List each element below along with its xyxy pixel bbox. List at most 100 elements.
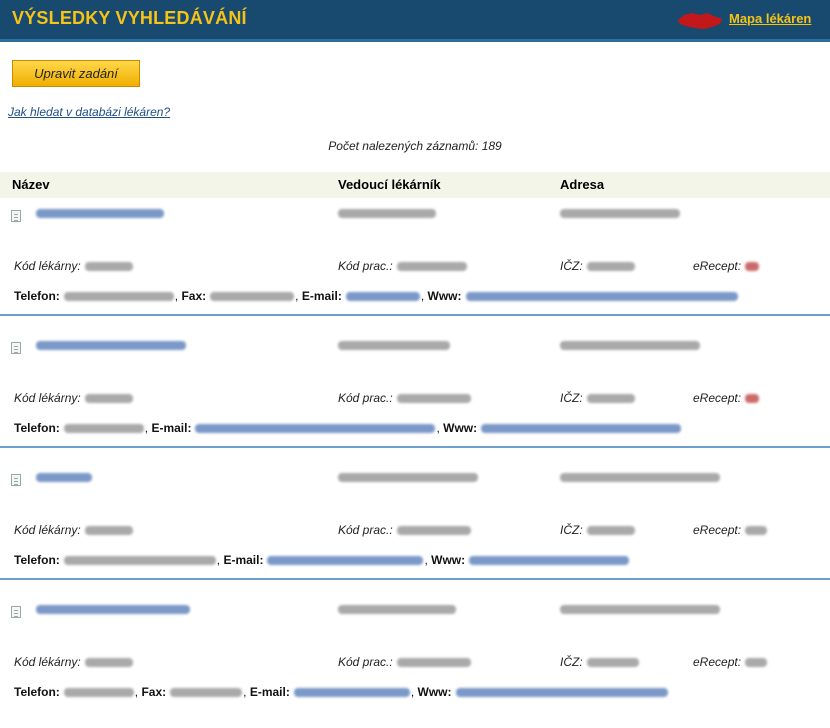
kod-lekarny-field: Kód lékárny:	[14, 259, 133, 273]
pharmacy-record: Kód lékárny: Kód prac.: IČZ: eRecept: Te…	[0, 464, 830, 596]
record-divider	[0, 446, 830, 448]
kod-prac-field: Kód prac.:	[338, 259, 467, 273]
icz-value	[586, 658, 639, 668]
kod-prac-value	[396, 262, 467, 272]
www-label: Www:	[431, 553, 466, 567]
document-icon[interactable]	[11, 606, 21, 618]
column-name: Název	[12, 177, 50, 192]
record-contact-row: Telefon:, E-mail:, Www:	[14, 553, 630, 567]
pharmacist-name	[338, 341, 450, 350]
record-main-row	[0, 602, 830, 620]
erecept-value	[745, 526, 768, 536]
kod-lekarny-value	[84, 394, 133, 404]
erecept-value	[745, 394, 760, 404]
record-contact-row: Telefon:, Fax:, E-mail:, Www:	[14, 289, 739, 303]
pharmacy-name-link[interactable]	[36, 473, 92, 482]
www-link[interactable]	[455, 688, 668, 698]
kod-lekarny-value	[84, 526, 133, 536]
email-label: E-mail:	[151, 421, 192, 435]
record-main-row	[0, 206, 830, 224]
www-link[interactable]	[469, 556, 630, 566]
record-main-row	[0, 338, 830, 356]
email-link[interactable]	[195, 424, 436, 434]
icz-value	[586, 394, 635, 404]
document-icon[interactable]	[11, 210, 21, 222]
document-icon[interactable]	[11, 342, 21, 354]
telefon-label: Telefon:	[14, 685, 60, 699]
kod-lekarny-value	[84, 658, 133, 668]
map-link[interactable]: Mapa lékáren	[729, 11, 811, 26]
page-title: VÝSLEDKY VYHLEDÁVÁNÍ	[12, 8, 247, 28]
kod-prac-value	[396, 526, 471, 536]
pharmacy-record: Kód lékárny: Kód prac.: IČZ: eRecept: Te…	[0, 596, 830, 728]
kod-prac-field: Kód prac.:	[338, 655, 471, 669]
erecept-field: eRecept:	[693, 259, 760, 273]
results-header: VÝSLEDKY VYHLEDÁVÁNÍ Mapa lékáren	[0, 0, 830, 42]
telefon-value	[63, 424, 144, 434]
email-label: E-mail:	[301, 289, 342, 303]
pharmacy-address	[560, 341, 700, 350]
pharmacy-name-link[interactable]	[36, 209, 164, 218]
erecept-field: eRecept:	[693, 523, 768, 537]
pharmacy-address	[560, 473, 720, 482]
fax-label: Fax:	[181, 289, 207, 303]
fax-label: Fax:	[141, 685, 167, 699]
email-link[interactable]	[345, 292, 420, 302]
icz-field: IČZ:	[560, 259, 635, 273]
kod-prac-value	[396, 658, 471, 668]
www-label: Www:	[417, 685, 452, 699]
telefon-label: Telefon:	[14, 553, 60, 567]
pharmacist-name	[338, 209, 436, 218]
erecept-value	[745, 658, 768, 668]
www-label: Www:	[443, 421, 478, 435]
record-contact-row: Telefon:, Fax:, E-mail:, Www:	[14, 685, 669, 699]
icz-field: IČZ:	[560, 655, 639, 669]
help-link[interactable]: Jak hledat v databázi lékáren?	[8, 105, 170, 119]
pharmacy-record: Kód lékárny: Kód prac.: IČZ: eRecept: Te…	[0, 332, 830, 464]
telefon-value	[63, 688, 134, 698]
result-count-value: 189	[481, 139, 502, 153]
record-divider	[0, 578, 830, 580]
email-link[interactable]	[293, 688, 410, 698]
erecept-field: eRecept:	[693, 655, 768, 669]
kod-lekarny-field: Kód lékárny:	[14, 391, 133, 405]
pharmacy-address	[560, 209, 680, 218]
kod-lekarny-field: Kód lékárny:	[14, 655, 133, 669]
record-divider	[0, 314, 830, 316]
pharmacy-name-link[interactable]	[36, 605, 190, 614]
telefon-value	[63, 556, 216, 566]
fax-value	[210, 292, 295, 302]
kod-lekarny-value	[84, 262, 133, 272]
email-label: E-mail:	[223, 553, 264, 567]
erecept-value	[745, 262, 760, 272]
record-main-row	[0, 470, 830, 488]
result-count: Počet nalezených záznamů: 189	[0, 139, 830, 153]
results-column-header: Název Vedoucí lékárník Adresa	[0, 172, 830, 198]
telefon-label: Telefon:	[14, 421, 60, 435]
record-contact-row: Telefon:, E-mail:, Www:	[14, 421, 682, 435]
column-address: Adresa	[560, 177, 605, 192]
record-codes-row: Kód lékárny: Kód prac.: IČZ: eRecept:	[0, 655, 830, 671]
www-link[interactable]	[481, 424, 682, 434]
document-icon[interactable]	[11, 474, 21, 486]
erecept-field: eRecept:	[693, 391, 760, 405]
pharmacy-name-link[interactable]	[36, 341, 186, 350]
kod-lekarny-field: Kód lékárny:	[14, 523, 133, 537]
icz-value	[586, 262, 635, 272]
kod-prac-field: Kód prac.:	[338, 523, 471, 537]
record-codes-row: Kód lékárny: Kód prac.: IČZ: eRecept:	[0, 391, 830, 407]
icz-field: IČZ:	[560, 391, 635, 405]
www-label: Www:	[427, 289, 462, 303]
column-pharmacist: Vedoucí lékárník	[338, 177, 441, 192]
icz-value	[586, 526, 635, 536]
telefon-value	[63, 292, 174, 302]
email-link[interactable]	[267, 556, 424, 566]
czech-map-icon[interactable]	[676, 11, 724, 31]
pharmacist-name	[338, 605, 456, 614]
icz-field: IČZ:	[560, 523, 635, 537]
record-codes-row: Kód lékárny: Kód prac.: IČZ: eRecept:	[0, 259, 830, 275]
pharmacist-name	[338, 473, 478, 482]
pharmacy-address	[560, 605, 720, 614]
edit-search-button[interactable]: Upravit zadání	[12, 60, 140, 87]
www-link[interactable]	[465, 292, 738, 302]
